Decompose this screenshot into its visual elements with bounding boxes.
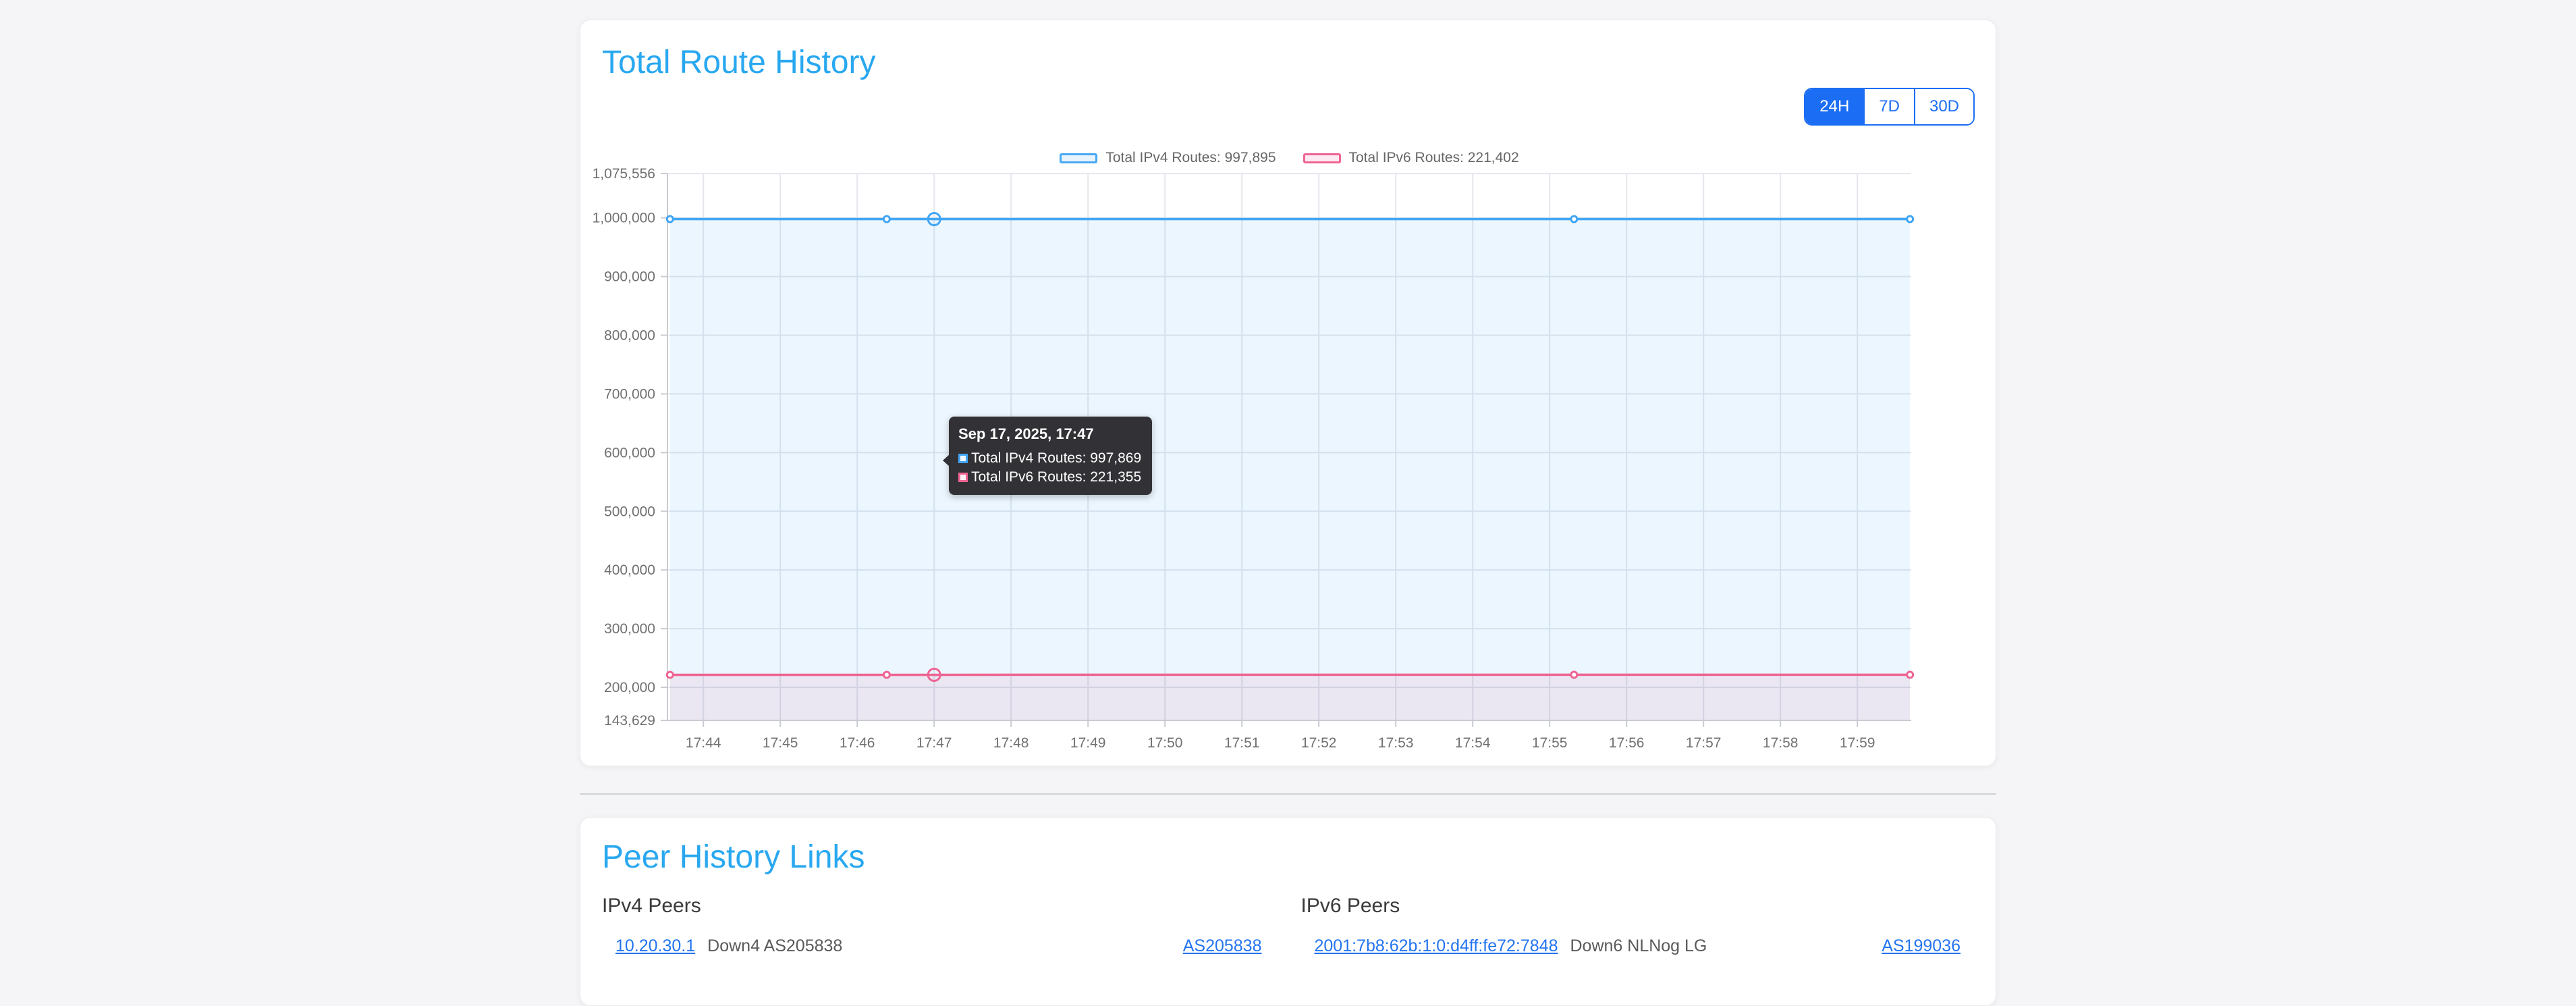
y-tick-label: 900,000 [604, 269, 655, 285]
data-point [1571, 672, 1577, 678]
peer-history-card: Peer History Links IPv4 Peers 10.20.30.1… [580, 817, 1996, 1006]
tooltip-date: Sep 17, 2025, 17:47 [958, 425, 1141, 443]
x-tick-label: 17:46 [840, 735, 875, 751]
peer-columns: IPv4 Peers 10.20.30.1 Down4 AS205838 AS2… [602, 895, 1974, 959]
tooltip-row-ipv4: Total IPv4 Routes: 997,869 [958, 449, 1141, 468]
tooltip-ipv4-value: Total IPv4 Routes: 997,869 [971, 449, 1141, 468]
x-tick-label: 17:44 [686, 735, 721, 751]
y-tick-label: 500,000 [604, 504, 655, 519]
tooltip-ipv6-value: Total IPv6 Routes: 221,355 [971, 468, 1141, 487]
data-point [667, 216, 673, 222]
y-tick-label: 143,629 [604, 713, 655, 729]
x-tick-label: 17:55 [1532, 735, 1568, 751]
ipv4-peer-row: 10.20.30.1 Down4 AS205838 AS205838 [602, 934, 1276, 959]
section-divider [580, 793, 1996, 795]
ipv6-peer-row: 2001:7b8:62b:1:0:d4ff:fe72:7848 Down6 NL… [1301, 934, 1975, 959]
chart-areas [670, 219, 1910, 720]
x-tick-label: 17:48 [993, 735, 1029, 751]
x-tick-label: 17:49 [1070, 735, 1106, 751]
ipv6-peers-column: IPv6 Peers 2001:7b8:62b:1:0:d4ff:fe72:78… [1301, 895, 1975, 959]
x-tick-label: 17:45 [763, 735, 798, 751]
y-tick-label: 400,000 [604, 562, 655, 578]
y-tick-label: 800,000 [604, 328, 655, 344]
data-point [667, 672, 673, 678]
ipv4-peer-status: Down4 AS205838 [707, 936, 842, 956]
y-tick-label: 1,075,556 [593, 166, 655, 182]
data-point [1907, 672, 1913, 678]
y-tick-label: 700,000 [604, 386, 655, 402]
tooltip-row-ipv6: Total IPv6 Routes: 221,355 [958, 468, 1141, 487]
x-tick-label: 17:51 [1224, 735, 1260, 751]
x-tick-label: 17:47 [916, 735, 952, 751]
x-tick-label: 17:56 [1609, 735, 1645, 751]
route-history-card: Total Route History 24H 7D 30D Total IPv… [580, 20, 1996, 766]
page-container: Total Route History 24H 7D 30D Total IPv… [580, 0, 1996, 1006]
x-tick-label: 17:52 [1301, 735, 1337, 751]
tooltip-ipv6-swatch-icon [958, 473, 968, 482]
y-tick-label: 200,000 [604, 680, 655, 695]
data-point [883, 672, 889, 678]
peer-history-title: Peer History Links [602, 818, 1974, 877]
ipv4-peers-heading: IPv4 Peers [602, 895, 1276, 918]
ipv6-peer-ip-link[interactable]: 2001:7b8:62b:1:0:d4ff:fe72:7848 [1315, 936, 1558, 956]
y-tick-label: 600,000 [604, 445, 655, 460]
x-tick-label: 17:54 [1455, 735, 1491, 751]
ipv6-peer-status: Down6 NLNog LG [1570, 936, 1707, 956]
ipv6-peer-as-link[interactable]: AS199036 [1882, 936, 1961, 956]
x-tick-label: 17:58 [1763, 735, 1799, 751]
data-point [1907, 216, 1913, 222]
route-history-chart[interactable]: 17:44 17:45 17:46 17:47 17:48 17:49 17:50 17:51… [580, 20, 1997, 767]
ipv4-peers-column: IPv4 Peers 10.20.30.1 Down4 AS205838 AS2… [602, 895, 1276, 959]
y-tick-label: 300,000 [604, 621, 655, 637]
data-point [1571, 216, 1577, 222]
data-point [883, 216, 889, 222]
series-area [670, 219, 1910, 720]
x-tick-label: 17:59 [1840, 735, 1875, 751]
ipv4-peer-ip-link[interactable]: 10.20.30.1 [615, 936, 695, 956]
ipv4-peer-as-link[interactable]: AS205838 [1183, 936, 1262, 956]
x-tick-label: 17:50 [1147, 735, 1183, 751]
tooltip-ipv4-swatch-icon [958, 454, 968, 463]
chart-tooltip: Sep 17, 2025, 17:47 Total IPv4 Routes: 9… [949, 417, 1152, 495]
y-tick-label: 1,000,000 [593, 211, 655, 226]
x-tick-label: 17:57 [1686, 735, 1722, 751]
ipv6-peers-heading: IPv6 Peers [1301, 895, 1975, 918]
x-tick-label: 17:53 [1378, 735, 1414, 751]
series-area [670, 674, 1910, 720]
